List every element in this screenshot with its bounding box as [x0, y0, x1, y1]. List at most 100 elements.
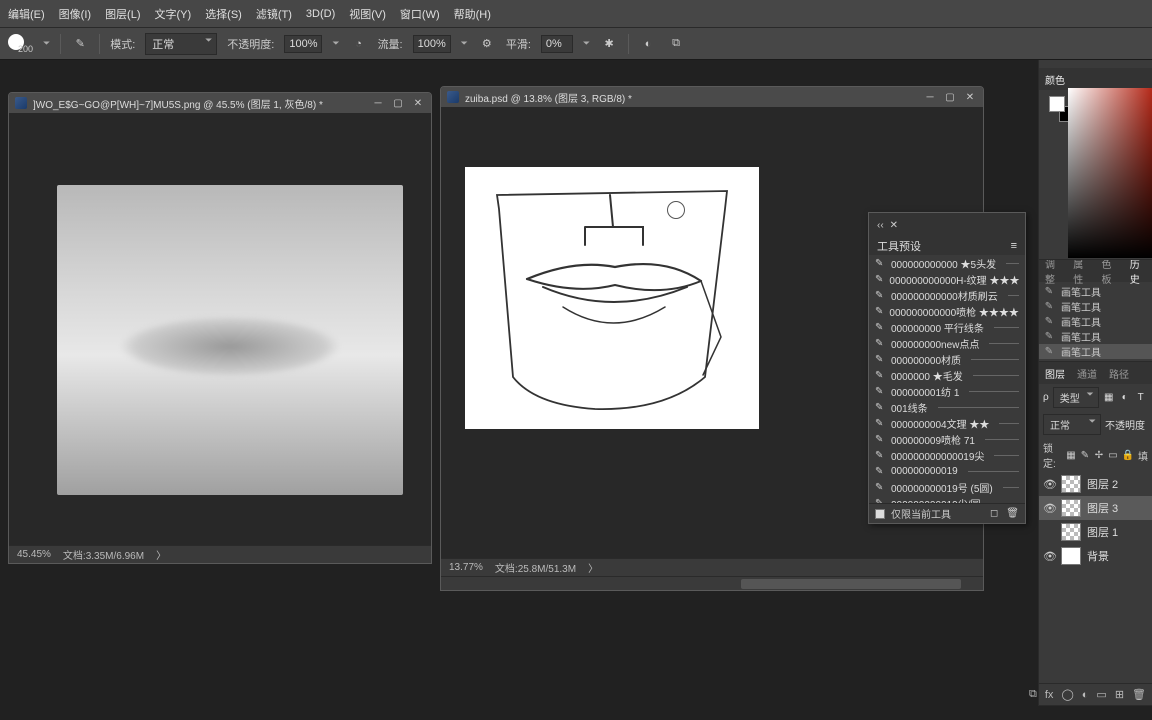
- panel-header[interactable]: ‹‹ ✕: [869, 213, 1025, 237]
- maximize-button[interactable]: ▢: [943, 91, 957, 103]
- layer-name[interactable]: 图层 2: [1087, 476, 1118, 492]
- menu-filter[interactable]: 滤镜(T): [256, 6, 292, 22]
- scroll-thumb[interactable]: [741, 579, 961, 589]
- preset-item[interactable]: ✎000000000019号 (5圆): [869, 479, 1025, 495]
- menu-layer[interactable]: 图层(L): [105, 6, 140, 22]
- link-layers-icon[interactable]: ⧉: [1029, 688, 1037, 701]
- preset-list[interactable]: ✎000000000000 ★5头发✎000000000000H-纹理 ★★★✎…: [869, 255, 1025, 503]
- foreground-swatch[interactable]: [1049, 96, 1065, 112]
- symmetry-icon[interactable]: ⧉: [667, 35, 685, 53]
- smoothing-options-icon[interactable]: ✱: [600, 35, 618, 53]
- group-icon[interactable]: ▭: [1096, 688, 1106, 701]
- lock-transparency-icon[interactable]: ▦: [1066, 449, 1076, 461]
- visibility-toggle[interactable]: 👁: [1043, 502, 1055, 514]
- mask-icon[interactable]: ◯: [1061, 688, 1073, 701]
- preset-item[interactable]: ✎000000000000喷枪 ★★★★: [869, 303, 1025, 319]
- visibility-toggle[interactable]: 👁: [1043, 550, 1055, 562]
- tab-color[interactable]: 颜色: [1045, 72, 1065, 87]
- caret-icon[interactable]: 〉: [156, 547, 166, 562]
- history-list[interactable]: ✎画笔工具✎画笔工具✎画笔工具✎画笔工具✎画笔工具: [1039, 282, 1152, 361]
- panel-menu-icon[interactable]: ≡: [1011, 240, 1017, 252]
- filter-image-icon[interactable]: ▦: [1103, 392, 1115, 404]
- visibility-toggle[interactable]: 👁: [1043, 478, 1055, 490]
- lock-pixels-icon[interactable]: ✎: [1080, 449, 1090, 461]
- close-icon[interactable]: ✕: [890, 220, 898, 231]
- lock-artboard-icon[interactable]: ▭: [1108, 449, 1118, 461]
- preset-item[interactable]: ✎000000000000 ★5头发: [869, 255, 1025, 271]
- preset-item[interactable]: ✎0000000 ★毛发: [869, 367, 1025, 383]
- menu-edit[interactable]: 编辑(E): [8, 6, 45, 22]
- titlebar[interactable]: ]WO_E$G~GO@P[WH]~7]MU5S.png @ 45.5% (图层 …: [9, 93, 431, 113]
- history-item[interactable]: ✎画笔工具: [1039, 314, 1152, 329]
- layer-thumbnail[interactable]: [1061, 547, 1081, 565]
- brush-panel-icon[interactable]: ✎: [71, 35, 89, 53]
- layer-name[interactable]: 图层 1: [1087, 524, 1118, 540]
- preset-item[interactable]: ✎000000000 平行线条: [869, 319, 1025, 335]
- opacity-input[interactable]: 100%: [284, 35, 322, 53]
- adjustment-icon[interactable]: ◐: [1082, 689, 1089, 701]
- history-item[interactable]: ✎画笔工具: [1039, 329, 1152, 344]
- tab-properties[interactable]: 属性: [1073, 256, 1089, 286]
- caret-icon[interactable]: 〉: [588, 560, 598, 575]
- pressure-opacity-icon[interactable]: ◔: [350, 35, 368, 53]
- layer-thumbnail[interactable]: [1061, 523, 1081, 541]
- zoom-value[interactable]: 45.45%: [17, 549, 51, 560]
- zoom-value[interactable]: 13.77%: [449, 562, 483, 573]
- visibility-toggle[interactable]: [1043, 526, 1055, 538]
- menu-3d[interactable]: 3D(D): [306, 8, 335, 20]
- preset-item[interactable]: ✎000000000019: [869, 463, 1025, 479]
- new-layer-icon[interactable]: ⊞: [1115, 688, 1124, 701]
- layer-row[interactable]: 图层 1: [1039, 520, 1152, 544]
- lock-all-icon[interactable]: 🔒: [1122, 449, 1134, 461]
- fx-icon[interactable]: fx: [1045, 689, 1054, 701]
- layer-thumbnail[interactable]: [1061, 499, 1081, 517]
- menu-view[interactable]: 视图(V): [349, 6, 386, 22]
- layer-list[interactable]: 👁 图层 2 👁 图层 3 图层 1 👁 背景: [1039, 472, 1152, 683]
- tab-swatches[interactable]: 色板: [1102, 256, 1118, 286]
- layer-row[interactable]: 👁 图层 2: [1039, 472, 1152, 496]
- collapse-icon[interactable]: ‹‹: [877, 220, 884, 231]
- layer-row[interactable]: 👁 图层 3: [1039, 496, 1152, 520]
- delete-preset-icon[interactable]: 🗑: [1006, 508, 1019, 519]
- tab-paths[interactable]: 路径: [1109, 366, 1129, 381]
- menu-help[interactable]: 帮助(H): [454, 6, 491, 22]
- preset-item[interactable]: ✎000000000000材质刷云: [869, 287, 1025, 303]
- menu-image[interactable]: 图像(I): [59, 6, 91, 22]
- preset-item[interactable]: ✎000000001纺 1: [869, 383, 1025, 399]
- preset-item[interactable]: ✎000000009喷枪 71: [869, 431, 1025, 447]
- minimize-button[interactable]: ─: [371, 97, 385, 109]
- preset-item[interactable]: ✎000000000000H-纹理 ★★★: [869, 271, 1025, 287]
- preset-item[interactable]: ✎000000000new点点: [869, 335, 1025, 351]
- scrollbar-horizontal[interactable]: [441, 576, 983, 590]
- layer-name[interactable]: 图层 3: [1087, 500, 1118, 516]
- flow-input[interactable]: 100%: [413, 35, 451, 53]
- preset-item[interactable]: ✎0000000004文理 ★★: [869, 415, 1025, 431]
- titlebar[interactable]: zuiba.psd @ 13.8% (图层 3, RGB/8) * ─ ▢ ✕: [441, 87, 983, 107]
- preset-item[interactable]: ✎000000000019尖/圆: [869, 495, 1025, 503]
- preset-item[interactable]: ✎001线条: [869, 399, 1025, 415]
- filter-type-icon[interactable]: T: [1135, 392, 1147, 404]
- blend-mode-dropdown[interactable]: 正常: [145, 33, 217, 55]
- history-item[interactable]: ✎画笔工具: [1039, 344, 1152, 359]
- layer-row[interactable]: 👁 背景: [1039, 544, 1152, 568]
- maximize-button[interactable]: ▢: [391, 97, 405, 109]
- tab-layers[interactable]: 图层: [1045, 366, 1065, 381]
- layer-thumbnail[interactable]: [1061, 475, 1081, 493]
- menu-window[interactable]: 窗口(W): [400, 6, 440, 22]
- color-picker-field[interactable]: [1068, 88, 1152, 258]
- close-button[interactable]: ✕: [411, 97, 425, 109]
- new-preset-icon[interactable]: ◻: [990, 508, 998, 519]
- menu-type[interactable]: 文字(Y): [155, 6, 192, 22]
- current-tool-checkbox[interactable]: [875, 509, 885, 519]
- history-item[interactable]: ✎画笔工具: [1039, 284, 1152, 299]
- menu-select[interactable]: 选择(S): [205, 6, 242, 22]
- tab-history[interactable]: 历史: [1130, 256, 1146, 286]
- history-item[interactable]: ✎画笔工具: [1039, 299, 1152, 314]
- layer-name[interactable]: 背景: [1087, 548, 1109, 564]
- filter-adjust-icon[interactable]: ◐: [1119, 392, 1131, 404]
- pressure-size-icon[interactable]: ◐: [639, 35, 657, 53]
- layer-blend-dropdown[interactable]: 正常: [1043, 414, 1101, 435]
- canvas[interactable]: [9, 113, 431, 545]
- smoothing-input[interactable]: 0%: [541, 35, 573, 53]
- preset-item[interactable]: ✎000000000材质: [869, 351, 1025, 367]
